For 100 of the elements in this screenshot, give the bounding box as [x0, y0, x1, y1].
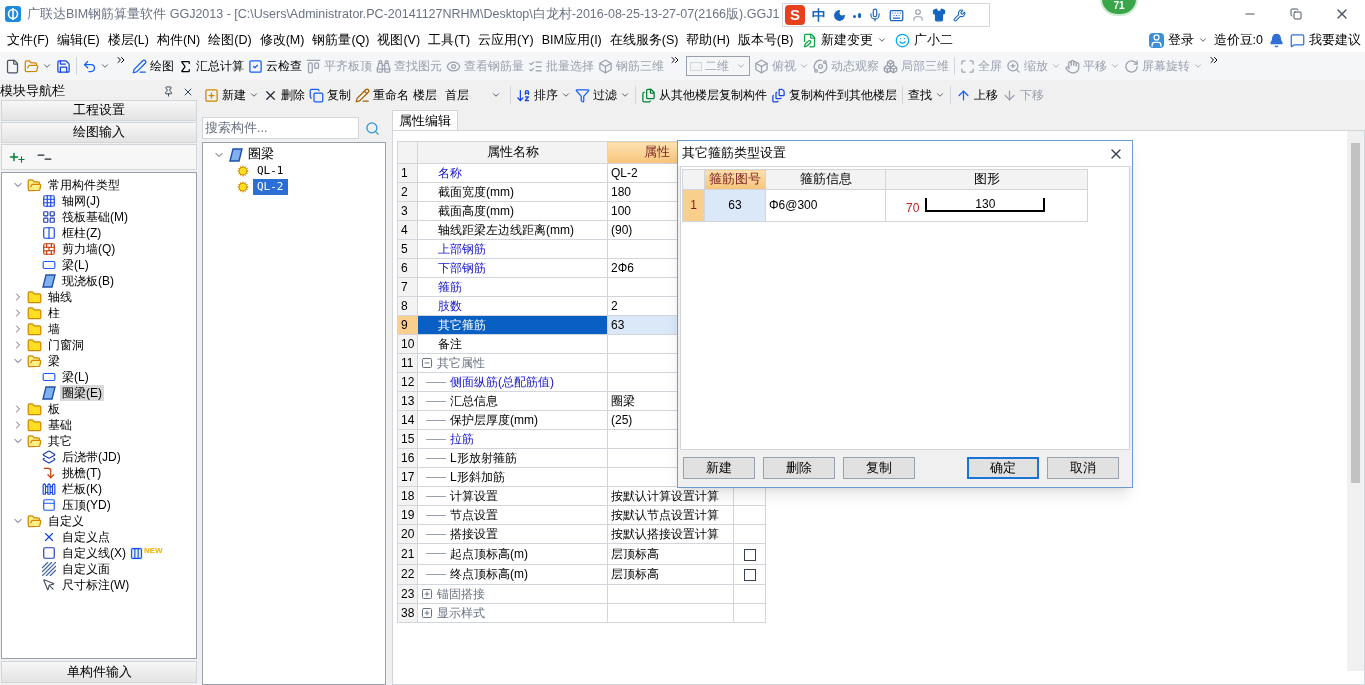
search-icon[interactable] — [365, 120, 380, 136]
table-cell[interactable]: 63 — [704, 189, 766, 222]
overflow-icon[interactable] — [115, 54, 127, 66]
menu-item[interactable]: 构件(N) — [152, 30, 205, 50]
menu-button[interactable]: 新建变更 — [797, 30, 891, 50]
nav-tree-item[interactable]: 轴线 — [46, 289, 74, 305]
nav-tree-item[interactable]: 筏板基础(M) — [60, 209, 130, 225]
nav-tree-item[interactable]: 常用构件类型 — [46, 177, 122, 193]
dialog-button[interactable]: 确定 — [967, 457, 1039, 479]
pin-icon[interactable] — [163, 86, 174, 97]
toolbar-button[interactable]: 复制构件到其他楼层 — [769, 84, 899, 106]
dialog-button[interactable]: 新建 — [683, 457, 755, 479]
nav-tree-item[interactable]: 后浇带(JD) — [60, 449, 123, 465]
nav-tree-item[interactable]: 自定义面 — [60, 561, 112, 577]
toolbar-button[interactable]: 从其他楼层复制构件 — [639, 84, 769, 106]
nav-tree-item[interactable]: 柱 — [46, 305, 62, 321]
dialog-button[interactable]: 删除 — [763, 457, 835, 479]
toolbar-button[interactable]: 排序 — [514, 84, 573, 106]
dropdown-select[interactable]: 首层 — [441, 85, 505, 105]
component-tree-item[interactable]: QL-1 — [253, 162, 288, 180]
menu-item[interactable]: 文件(F) — [3, 30, 53, 50]
keyboard-icon[interactable] — [889, 7, 904, 23]
nav-tree-item[interactable]: 墙 — [46, 321, 62, 337]
suggest-button[interactable]: 我要建议 — [1290, 30, 1361, 50]
menu-item[interactable]: 工具(T) — [424, 30, 475, 50]
menu-item[interactable]: 在线服务(S) — [605, 30, 683, 50]
menu-item[interactable]: 版本号(B) — [733, 30, 798, 50]
minus-box-icon[interactable] — [421, 357, 433, 369]
shirt-icon[interactable] — [932, 8, 946, 22]
overflow-icon[interactable] — [669, 54, 681, 66]
property-value[interactable]: 100 — [611, 204, 632, 218]
nav-tree-item[interactable]: 现浇板(B) — [60, 273, 116, 289]
nav-tree-item[interactable]: 挑檐(T) — [60, 465, 104, 481]
menu-item[interactable]: 视图(V) — [373, 30, 425, 50]
checkbox[interactable] — [743, 548, 756, 561]
plus-box-icon[interactable] — [421, 607, 433, 619]
nav-tree-item[interactable]: 门窗洞 — [46, 337, 86, 353]
search-field[interactable]: 搜索构件... — [202, 117, 359, 139]
section-button[interactable]: 工程设置 — [1, 100, 197, 121]
bell-icon[interactable] — [1269, 32, 1284, 48]
ime-mode[interactable]: 中 — [812, 4, 826, 26]
menu-item[interactable]: BIM应用(I) — [537, 30, 606, 50]
panel-tab[interactable]: 属性编辑 — [392, 110, 458, 130]
nav-tree-item[interactable]: 自定义 — [46, 513, 86, 529]
nav-tree-item[interactable]: 自定义线(X) — [60, 545, 128, 561]
toolbar-button[interactable]: 上移 — [954, 84, 1000, 106]
login-button[interactable]: 登录 — [1148, 30, 1208, 50]
nav-tree-item[interactable]: 梁(L) — [60, 369, 91, 385]
nav-tree-item[interactable]: 其它 — [46, 433, 74, 449]
toolbar-button[interactable]: 查找 — [906, 84, 947, 106]
checkbox[interactable] — [743, 569, 756, 582]
nav-tree-item[interactable]: 梁 — [46, 353, 62, 369]
moon-icon[interactable] — [833, 8, 846, 22]
toolbar-button[interactable]: 绘图 — [130, 55, 176, 77]
component-tree-item[interactable]: 圈梁 — [246, 145, 276, 164]
nav-tree-item[interactable]: 框柱(Z) — [60, 225, 104, 241]
menu-item[interactable]: 云应用(Y) — [474, 30, 538, 50]
menu-item[interactable]: 修改(M) — [255, 30, 309, 50]
toolbar-button[interactable]: 复制 — [307, 84, 353, 106]
menu-item[interactable]: 绘图(D) — [204, 30, 256, 50]
punctuation-icon[interactable] — [853, 12, 861, 18]
menu-item[interactable]: 钢筋量(Q) — [308, 30, 374, 50]
dialog-button[interactable]: 取消 — [1047, 457, 1119, 479]
nav-tree-item[interactable]: 尺寸标注(W) — [60, 577, 132, 593]
nav-tree-item[interactable]: 梁(L) — [60, 257, 91, 273]
nav-tree-item[interactable]: 剪力墙(Q) — [60, 241, 118, 257]
toolbar-button[interactable]: 删除 — [261, 84, 307, 106]
wrench-icon[interactable] — [953, 8, 966, 22]
section-button[interactable]: 绘图输入 — [1, 122, 197, 143]
property-value[interactable]: 180 — [611, 185, 632, 199]
microphone-icon[interactable] — [868, 8, 882, 22]
overflow-icon[interactable] — [1208, 54, 1220, 66]
property-value[interactable]: 圈梁 — [611, 394, 635, 408]
property-value[interactable]: 2Φ6 — [611, 261, 634, 275]
property-value[interactable]: 63 — [611, 318, 625, 332]
property-value[interactable]: (25) — [611, 413, 633, 427]
toolbar-button[interactable]: 重命名 — [353, 84, 411, 106]
menu-item[interactable]: 帮助(H) — [682, 30, 734, 50]
nav-tree-item[interactable]: 轴网(J) — [60, 193, 102, 209]
toolbar-button[interactable]: 过滤 — [573, 84, 632, 106]
component-tree-item[interactable]: QL-2 — [253, 178, 288, 196]
toolbar-button[interactable]: 云检查 — [246, 55, 304, 77]
menu-item[interactable]: 楼层(L) — [103, 30, 153, 50]
property-value[interactable]: 2 — [611, 299, 618, 313]
nav-tree-item[interactable]: 压顶(YD) — [60, 497, 113, 513]
table-cell[interactable]: Φ6@300 — [765, 189, 886, 222]
property-value[interactable]: QL-2 — [611, 166, 638, 180]
menu-button[interactable]: 广小二 — [890, 30, 957, 50]
property-value[interactable]: (90) — [611, 223, 633, 237]
plus-box-icon[interactable] — [421, 588, 433, 600]
toolbar-button[interactable]: 汇总计算 — [176, 55, 246, 77]
ime-logo[interactable]: S — [785, 5, 805, 25]
scrollbar[interactable] — [1347, 131, 1364, 671]
dialog-button[interactable]: 复制 — [843, 457, 915, 479]
toolbar-button[interactable]: 新建 — [202, 84, 261, 106]
section-button[interactable]: 单构件输入 — [1, 661, 197, 683]
menu-item[interactable]: 编辑(E) — [52, 30, 104, 50]
nav-tree-item[interactable]: 自定义点 — [60, 529, 112, 545]
expand-all-icon[interactable] — [8, 150, 26, 164]
nav-tree-item[interactable]: 板 — [46, 401, 62, 417]
